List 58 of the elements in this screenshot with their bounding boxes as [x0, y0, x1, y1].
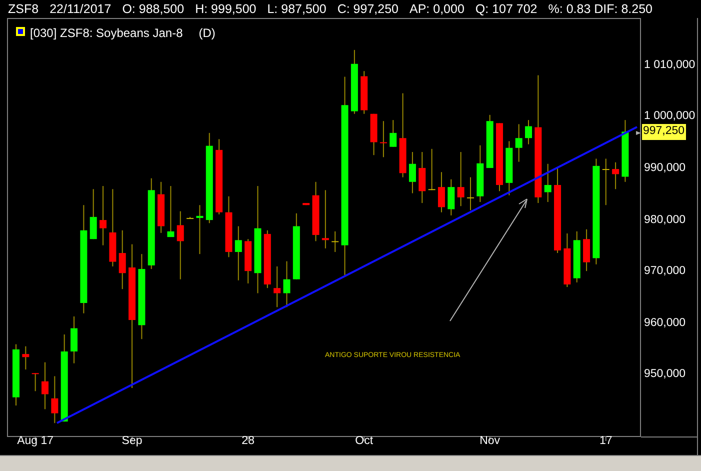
legend-square-icon: [16, 27, 25, 36]
candlestick: [42, 362, 49, 410]
candlestick: [408, 152, 416, 194]
price-axis-label: 980,000: [644, 214, 686, 226]
candlestick: [544, 163, 552, 202]
quote-field: %: 0.83 DIF: 8.250: [548, 2, 652, 16]
candlestick: [32, 372, 39, 392]
quote-field: O: 988,500: [122, 2, 184, 16]
candlestick: [612, 162, 620, 190]
candlestick: [525, 120, 532, 145]
quote-field: C: 997,250: [337, 2, 398, 16]
price-axis-label: 970,000: [644, 266, 686, 278]
candlestick: [274, 266, 281, 308]
price-axis-label: 1 000,000: [644, 111, 696, 123]
time-axis-label: Nov: [480, 436, 500, 448]
candlestick: [51, 376, 58, 424]
candlestick: [176, 210, 184, 280]
last-price-label: 997,250: [642, 124, 686, 140]
price-axis-label: 990,000: [644, 163, 686, 174]
time-axis-label: 17: [599, 436, 612, 448]
time-axis-label: Sep: [122, 436, 142, 448]
candlestick: [438, 172, 445, 213]
quote-field: ZSF8: [8, 2, 39, 16]
candlestick: [100, 186, 107, 246]
quote-field: 22/11/2017: [50, 2, 112, 16]
candlestick: [332, 230, 339, 252]
candlestick: [466, 176, 474, 211]
time-axis-label: 28: [242, 436, 254, 448]
candlestick: [390, 120, 397, 148]
candlestick: [90, 188, 97, 240]
price-axis-label: 960,000: [644, 318, 686, 330]
price-pointer-icon: [636, 131, 641, 135]
candlestick: [234, 226, 242, 281]
candlestick: [602, 158, 610, 206]
candlestick: [583, 228, 590, 272]
candlestick: [428, 148, 436, 191]
candlestick: [515, 124, 522, 162]
candlestick: [457, 152, 464, 207]
candlestick: [448, 178, 455, 216]
time-axis-label: Aug 17: [17, 436, 54, 448]
chart-title: [030] ZSF8: Soybeans Jan-8: [30, 25, 183, 42]
candlestick: [380, 120, 387, 158]
candlestick: [418, 152, 426, 204]
quote-field: AP: 0,000: [410, 2, 464, 16]
candlestick: [167, 186, 174, 238]
candlestick: [283, 260, 290, 308]
quote-field: Q: 107 702: [475, 2, 538, 16]
quote-field: L: 987,500: [267, 2, 326, 16]
candlestick: [322, 190, 329, 249]
candlestick: [196, 204, 204, 255]
period-label: (D): [198, 25, 216, 42]
price-axis-label: 950,000: [644, 369, 686, 381]
time-axis-label: Oct: [355, 436, 374, 448]
candlestick: [118, 230, 126, 290]
quote-field: H: 999,500: [195, 2, 256, 16]
candlestick: [22, 346, 30, 370]
candlestick: [70, 316, 78, 364]
price-axis-label: 1 010,000: [644, 60, 696, 72]
